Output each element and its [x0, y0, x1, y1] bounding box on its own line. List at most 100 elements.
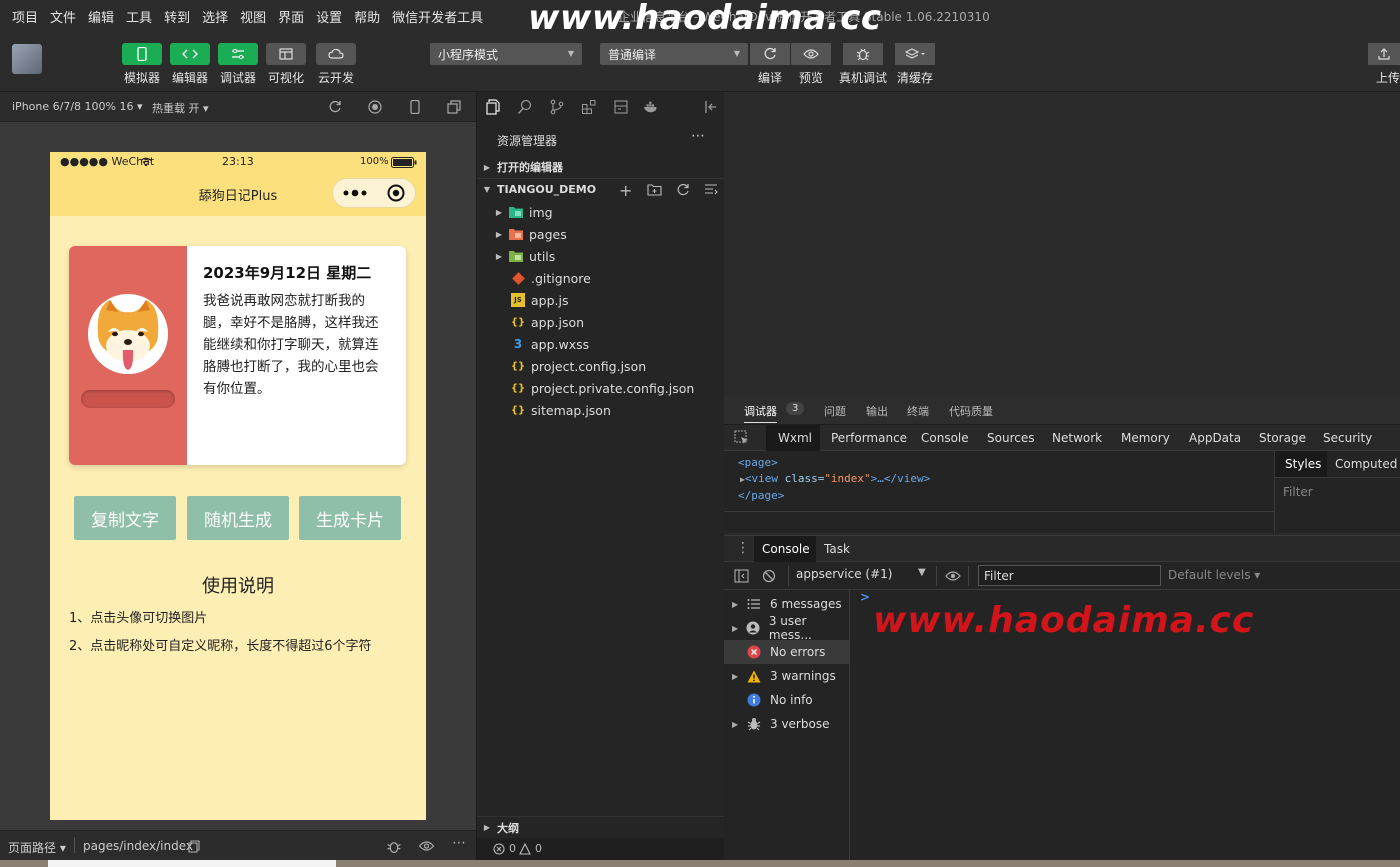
folder-utils[interactable]: ▶ utils — [477, 245, 725, 267]
menu-help[interactable]: 帮助 — [354, 7, 380, 26]
detach-window-icon[interactable] — [447, 100, 461, 114]
avatar[interactable] — [88, 294, 168, 374]
file-sitemap[interactable]: {} sitemap.json — [477, 399, 725, 421]
menu-interface[interactable]: 界面 — [278, 7, 304, 26]
stop-icon[interactable] — [368, 100, 382, 114]
menu-tools[interactable]: 工具 — [126, 7, 152, 26]
copy-icon[interactable] — [188, 840, 200, 853]
file-project-config[interactable]: {} project.config.json — [477, 355, 725, 377]
tab-performance[interactable]: Performance — [831, 431, 907, 445]
more-dots-icon[interactable] — [343, 189, 367, 197]
user-avatar[interactable] — [12, 44, 42, 74]
wxml-node-view[interactable]: ▶<view class="index">…</view> — [740, 472, 930, 485]
eye-icon[interactable] — [945, 570, 961, 582]
debugger-toggle-button[interactable] — [218, 43, 258, 65]
editor-toggle-button[interactable] — [170, 43, 210, 65]
clear-cache-button[interactable] — [895, 43, 935, 65]
collapse-all-icon[interactable] — [704, 184, 718, 196]
tab-task[interactable]: Task — [824, 542, 850, 556]
git-branch-icon[interactable] — [549, 99, 565, 115]
tab-problems[interactable]: 问题 — [824, 403, 846, 419]
upload-button[interactable] — [1368, 43, 1400, 65]
eye-icon[interactable] — [418, 840, 435, 852]
tab-wxml[interactable]: Wxml — [778, 431, 812, 445]
menu-goto[interactable]: 转到 — [164, 7, 190, 26]
more-icon[interactable]: ⋯ — [691, 128, 705, 144]
phone-icon[interactable] — [410, 100, 420, 114]
tab-sources[interactable]: Sources — [987, 431, 1034, 445]
tab-code-quality[interactable]: 代码质量 — [949, 403, 993, 419]
close-miniprogram-icon[interactable] — [387, 184, 405, 202]
sidebar-item-verbose[interactable]: ▶ 3 verbose — [724, 712, 850, 736]
page-path-label[interactable]: 页面路径 ▾ — [8, 839, 66, 856]
wxml-node-page[interactable]: <page> — [738, 456, 778, 469]
open-editors-section[interactable]: ▶ 打开的编辑器 — [477, 156, 725, 178]
more-icon[interactable]: ⋯ — [452, 835, 466, 851]
menu-file[interactable]: 文件 — [50, 7, 76, 26]
menu-project[interactable]: 项目 — [12, 7, 38, 26]
tab-output[interactable]: 输出 — [866, 403, 888, 419]
context-select[interactable]: appservice (#1) ▼ — [796, 567, 928, 581]
folder-img[interactable]: ▶ img — [477, 201, 725, 223]
menu-select[interactable]: 选择 — [202, 7, 228, 26]
simulator-toggle-button[interactable] — [122, 43, 162, 65]
hot-reload-toggle[interactable]: 热重载 开 ▾ — [152, 100, 209, 116]
tab-debugger[interactable]: 调试器 — [744, 403, 777, 423]
compile-select[interactable]: 普通编译 ▼ — [600, 43, 748, 65]
preview-button[interactable] — [791, 43, 831, 65]
copy-text-button[interactable]: 复制文字 — [74, 496, 176, 540]
toggle-sidebar-icon[interactable] — [734, 569, 749, 583]
docker-icon[interactable] — [643, 99, 659, 115]
bug-icon[interactable] — [386, 839, 402, 854]
tab-styles[interactable]: Styles — [1285, 457, 1321, 471]
menu-devtools[interactable]: 微信开发者工具 — [392, 7, 483, 26]
mode-select[interactable]: 小程序模式 ▼ — [430, 43, 582, 65]
outline-section[interactable]: ▶ 大纲 — [477, 816, 725, 838]
tab-computed[interactable]: Computed — [1335, 457, 1397, 471]
remote-debug-button[interactable] — [843, 43, 883, 65]
storage-icon[interactable] — [613, 99, 629, 115]
menu-view[interactable]: 视图 — [240, 7, 266, 26]
nickname-input[interactable] — [81, 390, 175, 408]
collapse-panel-icon[interactable] — [703, 99, 719, 115]
files-icon[interactable] — [485, 99, 501, 115]
random-generate-button[interactable]: 随机生成 — [187, 496, 289, 540]
sidebar-item-user-messages[interactable]: ▶ 3 user mess... — [724, 614, 850, 642]
device-select[interactable]: iPhone 6/7/8 100% 16 ▾ — [12, 100, 143, 113]
new-file-icon[interactable]: + — [619, 181, 632, 200]
refresh-icon[interactable] — [328, 100, 342, 114]
styles-filter-input[interactable]: Filter — [1283, 485, 1313, 499]
console-filter-input[interactable]: Filter — [978, 565, 1161, 586]
tab-console-drawer[interactable]: Console — [762, 542, 810, 556]
sidebar-item-warnings[interactable]: ▶ 3 warnings — [724, 664, 850, 688]
refresh-icon[interactable] — [676, 183, 690, 197]
capsule-menu[interactable] — [332, 178, 416, 208]
tab-console[interactable]: Console — [921, 431, 969, 445]
menu-settings[interactable]: 设置 — [316, 7, 342, 26]
tab-terminal[interactable]: 终端 — [907, 403, 929, 419]
drawer-menu-icon[interactable]: ⋮ — [736, 540, 750, 556]
visual-toggle-button[interactable] — [266, 43, 306, 65]
inspect-element-icon[interactable] — [734, 430, 750, 446]
tab-storage[interactable]: Storage — [1259, 431, 1306, 445]
search-icon[interactable] — [517, 99, 533, 115]
file-gitignore[interactable]: .gitignore — [477, 267, 725, 289]
sidebar-item-messages[interactable]: ▶ 6 messages — [724, 592, 850, 616]
tab-network[interactable]: Network — [1052, 431, 1102, 445]
sidebar-item-info[interactable]: No info — [724, 688, 850, 712]
file-app-wxss[interactable]: 3 app.wxss — [477, 333, 725, 355]
tab-security[interactable]: Security — [1323, 431, 1372, 445]
compile-button[interactable] — [750, 43, 790, 65]
sidebar-item-errors[interactable]: No errors — [724, 640, 850, 664]
log-levels-select[interactable]: Default levels ▾ — [1168, 568, 1260, 582]
new-folder-icon[interactable] — [647, 183, 662, 196]
extensions-icon[interactable] — [581, 99, 597, 115]
file-app-js[interactable]: JS app.js — [477, 289, 725, 311]
file-project-private-config[interactable]: {} project.private.config.json — [477, 377, 725, 399]
tab-appdata[interactable]: AppData — [1189, 431, 1241, 445]
menu-edit[interactable]: 编辑 — [88, 7, 114, 26]
clear-console-icon[interactable] — [762, 569, 776, 583]
generate-card-button[interactable]: 生成卡片 — [299, 496, 401, 540]
tab-memory[interactable]: Memory — [1121, 431, 1170, 445]
file-app-json[interactable]: {} app.json — [477, 311, 725, 333]
